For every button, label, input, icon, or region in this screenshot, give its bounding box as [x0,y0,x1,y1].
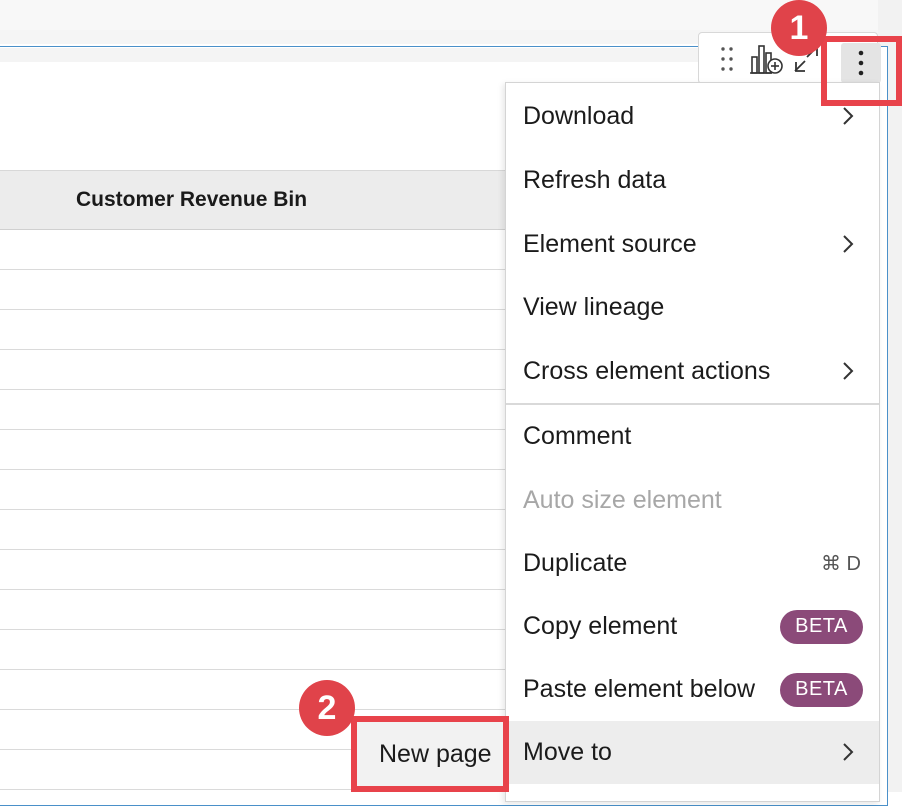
step-badge-1: 1 [771,0,827,56]
table-header: Customer Revenue Bin [0,170,506,230]
menu-item-label: Copy element [523,612,678,640]
menu-item-view-lineage[interactable]: View lineage [506,276,879,339]
drag-handle-icon[interactable] [715,33,739,85]
table-row[interactable] [0,590,506,630]
menu-item-label: Cross element actions [523,357,771,385]
table-row[interactable] [0,510,506,550]
menu-item-auto-size-element: Auto size element [506,469,879,532]
menu-item-label: View lineage [523,293,665,321]
beta-badge: BETA [780,672,863,707]
table-row[interactable] [0,310,506,350]
menu-item-label: Refresh data [523,166,667,194]
menu-item-move-to[interactable]: Move to [506,721,879,784]
table-row[interactable] [0,270,506,310]
table-row[interactable] [0,470,506,510]
menu-item-label: Element source [523,230,697,258]
menu-item-duplicate[interactable]: Duplicate ⌘ D [506,532,879,595]
table-row[interactable] [0,630,506,670]
top-canvas-strip [0,0,878,30]
element-options-menu: Download Refresh data Element source Vie… [505,82,880,802]
menu-item-label: Comment [523,422,632,450]
element-header-band [0,48,700,62]
table-row[interactable] [0,390,506,430]
table-row[interactable] [0,350,506,390]
chevron-right-icon [843,362,854,380]
menu-item-label: Move to [523,738,612,766]
menu-item-label: Duplicate [523,549,628,577]
menu-item-cross-element-actions[interactable]: Cross element actions [506,340,879,403]
menu-item-refresh-data[interactable]: Refresh data [506,149,879,212]
keyboard-shortcut: ⌘ D [821,553,861,575]
column-header-customer-revenue-bin[interactable]: Customer Revenue Bin [76,188,307,212]
step-badge-2: 2 [299,680,355,736]
menu-item-copy-element[interactable]: Copy element BETA [506,595,879,658]
menu-item-label: Auto size element [523,486,722,514]
chevron-right-icon [843,743,854,761]
beta-badge: BETA [780,609,863,644]
menu-item-paste-element-below[interactable]: Paste element below BETA [506,658,879,721]
menu-item-element-source[interactable]: Element source [506,213,879,276]
table-row[interactable] [0,230,506,270]
submenu-item-new-page[interactable]: New page [351,716,509,792]
submenu-item-label: New page [379,740,492,768]
menu-item-label: Paste element below [523,675,756,703]
table-row[interactable] [0,550,506,590]
data-table: Customer Revenue Bin [0,170,506,792]
menu-item-comment[interactable]: Comment [506,405,879,468]
table-row[interactable] [0,670,506,710]
callout-box-more-options [821,36,902,106]
table-row[interactable] [0,430,506,470]
menu-item-label: Download [523,102,635,130]
chevron-right-icon [843,107,854,125]
chevron-right-icon [843,235,854,253]
